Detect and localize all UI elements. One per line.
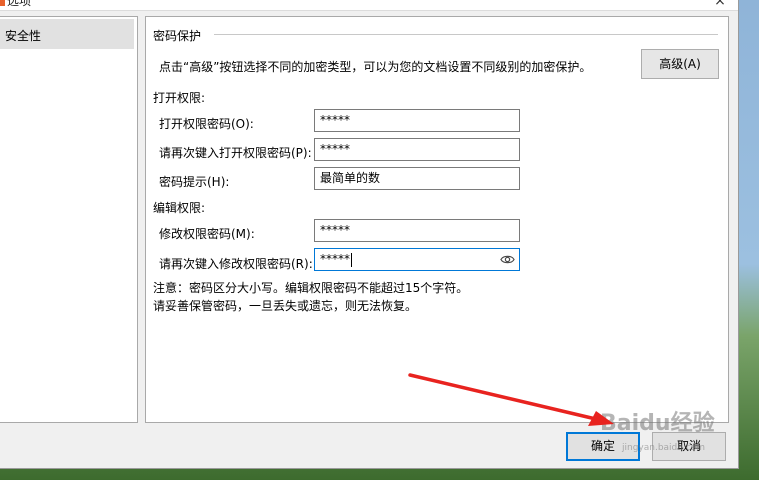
- window-title: 选项: [7, 0, 32, 8]
- encryption-description: 点击“高级”按钮选择不同的加密类型，可以为您的文档设置不同级别的加密保护。: [159, 60, 592, 74]
- watermark-sub: jingyan.baidu.com: [622, 443, 706, 453]
- group-title: 密码保护: [153, 29, 202, 43]
- advanced-button[interactable]: 高级(A): [641, 49, 719, 79]
- title-bar: 选项 ×: [0, 0, 738, 11]
- open-confirm-label: 请再次键入打开权限密码(P):: [159, 146, 312, 160]
- app-icon: [0, 0, 5, 6]
- options-dialog: 选项 × 安全性 密码保护 点击“高级”按钮选择不同的加密类型，可以为您的文档设…: [0, 0, 739, 469]
- sidebar-item-security[interactable]: 安全性: [0, 19, 134, 49]
- open-confirm-field[interactable]: *****: [314, 138, 520, 161]
- watermark-text: Baidu经验: [600, 411, 715, 436]
- open-permission-title: 打开权限:: [153, 91, 206, 105]
- edit-permission-title: 编辑权限:: [153, 201, 206, 215]
- security-panel: 密码保护 点击“高级”按钮选择不同的加密类型，可以为您的文档设置不同级别的加密保…: [145, 16, 729, 423]
- edit-confirm-field[interactable]: *****: [314, 248, 520, 271]
- open-password-label: 打开权限密码(O):: [159, 117, 254, 131]
- group-divider: [214, 34, 718, 35]
- hint-field[interactable]: 最简单的数: [314, 167, 520, 190]
- open-password-field[interactable]: *****: [314, 109, 520, 132]
- sidebar-item-label: 安全性: [5, 29, 42, 43]
- sidebar-nav: 安全性: [0, 16, 138, 423]
- edit-password-field[interactable]: *****: [314, 219, 520, 242]
- eye-icon[interactable]: [500, 252, 515, 267]
- note-line-2: 请妥善保管密码，一旦丢失或遗忘，则无法恢复。: [153, 299, 418, 313]
- hint-label: 密码提示(H):: [159, 175, 230, 189]
- close-icon[interactable]: ×: [712, 0, 728, 8]
- edit-password-label: 修改权限密码(M):: [159, 227, 255, 241]
- edit-confirm-label: 请再次键入修改权限密码(R):: [159, 257, 313, 271]
- text-caret: [351, 252, 352, 267]
- edit-confirm-value: *****: [320, 252, 350, 266]
- note-line-1: 注意：密码区分大小写。编辑权限密码不能超过15个字符。: [153, 281, 469, 295]
